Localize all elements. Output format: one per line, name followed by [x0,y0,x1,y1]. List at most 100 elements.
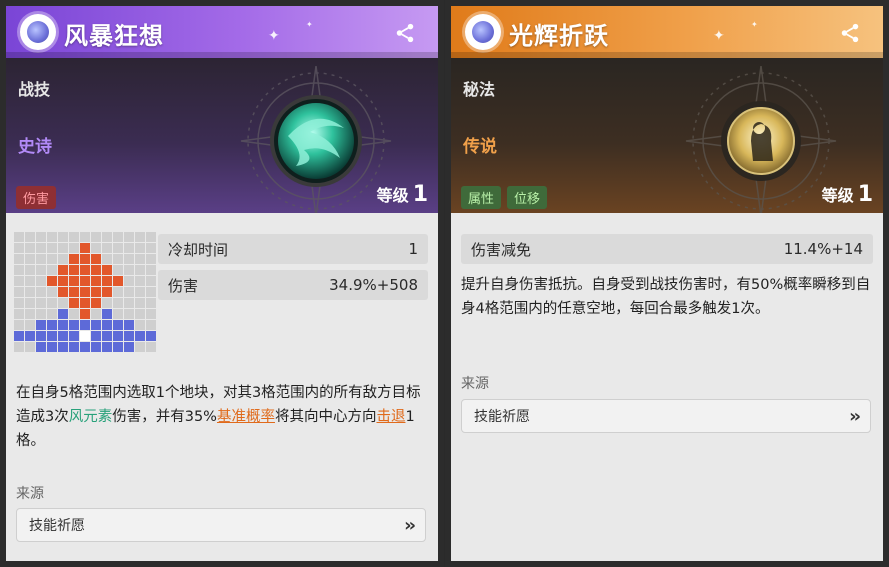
share-icon[interactable] [394,22,416,44]
source-button-label: 技能祈愿 [474,409,530,425]
source-label: 来源 [16,486,44,502]
skill-rarity: 传说 [463,137,497,157]
grid-cell-target [69,287,79,297]
grid-cell [14,298,24,308]
double-chevron-right-icon: ›› [849,405,861,427]
grid-cell-target [102,265,112,275]
grid-cell [25,287,35,297]
grid-cell [36,309,46,319]
tag-displacement: 位移 [507,186,548,209]
card-banner: 风暴狂想 ✦ ✦ [6,6,438,58]
level-value: 1 [857,182,873,207]
grid-cell-range [80,320,90,330]
skill-category-icon [465,14,501,50]
grid-cell-target [102,287,112,297]
grid-cell-range [91,342,101,352]
grid-cell-range [58,320,68,330]
grid-cell-range [58,342,68,352]
skill-rarity: 史诗 [18,137,52,157]
grid-cell [91,243,101,253]
wind-vortex-icon [240,66,392,213]
grid-cell [91,309,101,319]
grid-cell [36,265,46,275]
grid-cell-range [124,342,134,352]
grid-cell [135,342,145,352]
tag-attribute: 属性 [461,186,502,209]
grid-cell-range [58,309,68,319]
grid-cell [58,243,68,253]
grid-cell-range [91,320,101,330]
skill-title: 光辉折跃 [509,22,609,50]
grid-cell [124,254,134,264]
grid-cell [113,243,123,253]
grid-cell-range [102,309,112,319]
grid-cell [14,254,24,264]
stat-row-damage-reduction: 伤害减免 11.4%+14 [461,234,873,264]
skill-type: 战技 [18,80,51,99]
skill-description: 在自身5格范围内选取1个地块，对其3格范围内的所有敌方目标造成3次风元素伤害，并… [16,381,432,453]
grid-cell [124,232,134,242]
grid-cell-target [80,287,90,297]
skill-category-icon [20,14,56,50]
grid-cell-target [69,298,79,308]
grid-cell [124,265,134,275]
grid-cell [102,232,112,242]
grid-cell [146,298,156,308]
grid-cell [25,320,35,330]
grid-cell [47,243,57,253]
stat-row-cooldown: 冷却时间 1 [158,234,428,264]
grid-cell-range [69,320,79,330]
grid-cell [146,287,156,297]
grid-cell [135,232,145,242]
source-button[interactable]: 技能祈愿 ›› [461,399,871,433]
card-body: 伤害减免 11.4%+14 提升自身伤害抵抗。自身受到战技伤害时，有50%概率瞬… [451,213,883,561]
grid-cell [25,276,35,286]
grid-cell [146,243,156,253]
grid-cell [58,298,68,308]
stat-value: 1 [408,240,418,258]
keyword-base-chance[interactable]: 基准概率 [217,409,275,425]
grid-cell-range [80,342,90,352]
grid-cell-range [113,331,123,341]
grid-cell-range [36,320,46,330]
source-label: 来源 [461,376,489,392]
grid-cell-target [91,298,101,308]
skill-type: 秘法 [463,80,496,99]
skill-tags: 伤害 [16,186,57,209]
grid-cell [124,298,134,308]
grid-cell [135,243,145,253]
grid-cell-target [102,276,112,286]
grid-cell [14,232,24,242]
grid-cell [36,232,46,242]
source-button[interactable]: 技能祈愿 ›› [16,508,426,542]
sparkle-icon: ✦ [751,20,758,29]
skill-level: 等级 1 [377,182,428,207]
grid-cell [14,320,24,330]
card-header: 战技 史诗 伤害 等级 1 [6,58,438,213]
grid-cell [124,276,134,286]
keyword-knockback[interactable]: 击退 [376,409,405,425]
grid-cell-range [124,320,134,330]
grid-cell-target [80,265,90,275]
stat-row-damage: 伤害 34.9%+508 [158,270,428,300]
level-label: 等级 [821,186,854,205]
stat-label: 伤害减免 [471,240,532,259]
share-icon[interactable] [839,22,861,44]
card-banner: 光辉折跃 ✦ ✦ [451,6,883,58]
grid-cell [146,254,156,264]
stat-label: 伤害 [168,276,199,295]
grid-cell [113,232,123,242]
grid-cell [36,298,46,308]
grid-cell-range [135,331,145,341]
grid-cell [91,232,101,242]
grid-cell-target [69,254,79,264]
grid-cell [146,309,156,319]
grid-cell-target [80,309,90,319]
grid-cell-target [80,276,90,286]
grid-cell [14,276,24,286]
grid-cell [47,287,57,297]
grid-cell-range [25,331,35,341]
grid-cell [135,276,145,286]
grid-cell [25,298,35,308]
grid-cell-target [58,265,68,275]
